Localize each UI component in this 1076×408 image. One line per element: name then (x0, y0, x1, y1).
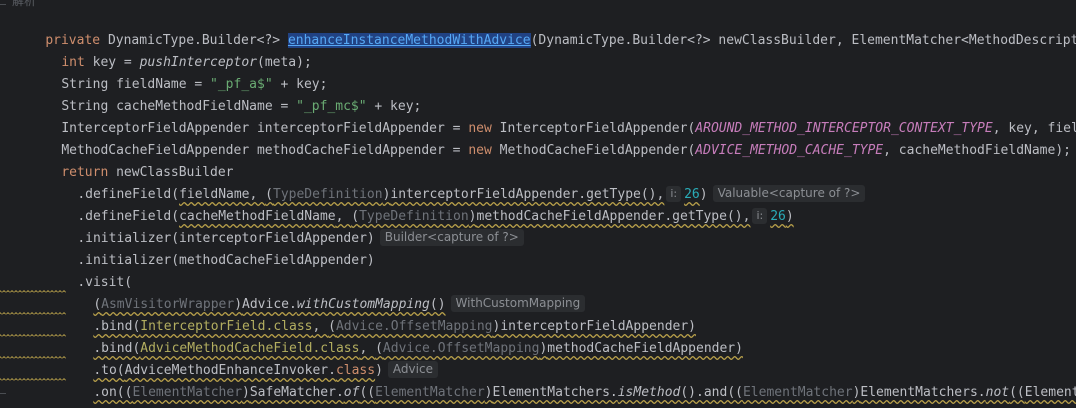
parameter-hint: i: (752, 208, 768, 224)
code-line-1[interactable]: private DynamicType.Builder<?> enhanceIn… (14, 8, 1076, 48)
warning-underline (0, 378, 66, 381)
code-line-11[interactable]: .initializer(methodCacheFieldAppender) (46, 228, 374, 268)
code-line-9[interactable]: .defineField(cacheMethodFieldName, (Type… (46, 184, 794, 224)
code-line-3[interactable]: String fieldName = "_pf_a$" + key; (30, 52, 327, 92)
close-paren: ) (785, 209, 794, 224)
element-matchers-ref: ElementMatchers. (492, 385, 618, 400)
on-call: .on(( (93, 385, 133, 400)
folded-comment-fragment: 解析 (12, 0, 37, 8)
code-line-4[interactable]: String cacheMethodFieldName = "_pf_mc$" … (30, 74, 421, 114)
code-line-7[interactable]: return newClassBuilder (30, 140, 233, 180)
code-line-5[interactable]: InterceptorFieldAppender interceptorFiel… (30, 96, 1076, 136)
warning-underline (0, 334, 66, 337)
code-line-14[interactable]: .bind(InterceptorField.class, (Advice.Of… (62, 294, 696, 334)
method-cache-appender-arg: methodCacheFieldAppender) (547, 341, 743, 356)
element-matcher-cast: ElementMatcher (375, 385, 485, 400)
code-line-6[interactable]: MethodCacheFieldAppender methodCacheFiel… (30, 118, 1071, 158)
method-signature: (DynamicType.Builder<?> newClassBuilder,… (530, 33, 1076, 48)
code-line-2[interactable]: int key = pushInterceptor(meta); (30, 30, 311, 70)
constant: ADVICE_METHOD_CACHE_TYPE (695, 143, 884, 158)
fold-marker (0, 4, 6, 5)
code-line-17[interactable]: .on((ElementMatcher)SafeMatcher.of((Elem… (62, 360, 1076, 400)
of-call: of (343, 385, 360, 400)
element-matcher-cast: ElementMatcher (742, 385, 853, 400)
close-paren: ) (484, 385, 493, 400)
method-cache-args: , cacheMethodFieldName); (883, 143, 1071, 158)
element-matchers-ref: ElementMatchers. (860, 385, 986, 400)
code-line-13[interactable]: (AsmVisitorWrapper)Advice.withCustomMapp… (62, 272, 586, 312)
keyword-new: new (468, 143, 492, 158)
type-hint: Builder<capture of ?> (379, 229, 524, 246)
close-paren: ) (242, 385, 250, 400)
code-line-12[interactable]: .visit( (46, 250, 132, 290)
method-cache-ctor: MethodCacheFieldAppender( (491, 143, 696, 158)
double-open-paren: (( (359, 385, 376, 400)
number-literal: 26 (770, 209, 786, 224)
warning-underline (0, 356, 66, 359)
element-matcher-cast: ElementMatcher (132, 385, 243, 400)
and-call: ().and(( (680, 385, 743, 400)
code-editor[interactable]: 解析 private DynamicType.Builder<?> enhanc… (0, 0, 1076, 408)
code-line-10[interactable]: .initializer(interceptorFieldAppender) Bu… (46, 206, 524, 246)
code-line-15[interactable]: .bind(AdviceMethodCacheField.class, (Adv… (62, 316, 743, 356)
warning-underline (0, 312, 66, 315)
code-line-16[interactable]: .to(AdviceMethodEnhanceInvoker.class) Adv… (62, 338, 438, 378)
is-method-call: isMethod (617, 385, 681, 400)
code-line-18[interactable]: } (14, 382, 53, 408)
fold-marker (0, 393, 6, 394)
method-name-highlight[interactable]: enhanceInstanceMethodWithAdvice (287, 33, 531, 48)
warning-underline (0, 290, 66, 293)
element-matcher-tail: ElementMatche (1024, 385, 1076, 400)
not-call: not (985, 385, 1010, 400)
code-line-8[interactable]: .defineField(fieldName, (TypeDefinition)… (46, 162, 866, 202)
double-open-paren: (( (1009, 385, 1025, 400)
safe-matcher-ref: SafeMatcher. (249, 385, 344, 400)
